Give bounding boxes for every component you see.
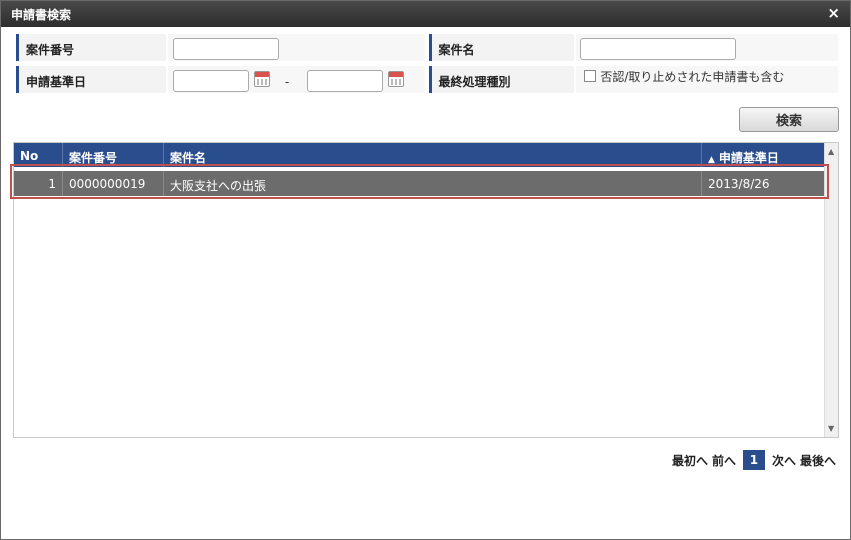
pager-current-page: 1 — [742, 450, 765, 470]
pager-prev[interactable]: 前へ — [712, 452, 736, 469]
case-number-label: 案件番号 — [16, 34, 166, 61]
pagination: 最初へ 前へ 1 次へ 最後へ — [672, 450, 836, 470]
include-rejected-checkbox[interactable] — [584, 70, 597, 82]
column-header-apply-date-label: 申請基準日 — [718, 151, 779, 165]
grid-scrollbar[interactable]: ▲ ▼ — [824, 143, 838, 437]
pager-next[interactable]: 次へ — [772, 452, 796, 469]
final-process-label: 最終処理種別 — [428, 66, 575, 93]
form-row-1: 案件番号 案件名 — [16, 34, 838, 64]
case-number-cell — [167, 34, 425, 61]
apply-date-cell: - — [167, 66, 425, 93]
case-name-input[interactable] — [580, 38, 737, 60]
search-form: 案件番号 案件名 申請基準日 - 最終処理種別 否認/取り止めされた申請書も含む — [16, 34, 838, 98]
apply-date-label: 申請基準日 — [16, 66, 166, 93]
case-name-cell — [576, 34, 838, 61]
date-from-input[interactable] — [172, 70, 249, 92]
grid-header: No 案件番号 案件名 ▲ 申請基準日 — [14, 143, 824, 167]
pager-last[interactable]: 最後へ — [800, 452, 836, 469]
case-name-label: 案件名 — [428, 34, 575, 61]
form-row-2: 申請基準日 - 最終処理種別 否認/取り止めされた申請書も含む — [16, 66, 838, 96]
scroll-down-icon[interactable]: ▼ — [828, 424, 834, 433]
final-process-cell: 否認/取り止めされた申請書も含む — [576, 66, 838, 93]
row-apply-date: 2013/8/26 — [708, 177, 770, 191]
column-header-case-number[interactable]: 案件番号 — [63, 143, 164, 167]
pager-first[interactable]: 最初へ — [672, 452, 708, 469]
results-grid: No 案件番号 案件名 ▲ 申請基準日 1 0000000019 大阪支社への出張… — [13, 142, 839, 438]
row-case-name: 大阪支社への出張 — [164, 171, 702, 196]
dialog-title: 申請書検索 — [11, 8, 72, 22]
date-separator: - — [284, 75, 290, 89]
column-header-case-name[interactable]: 案件名 — [164, 143, 702, 167]
include-rejected-label[interactable]: 否認/取り止めされた申請書も含む — [600, 68, 784, 85]
search-dialog: 申請書検索 × 案件番号 案件名 申請基準日 - 最終処理種別 否認/取り止めさ… — [0, 0, 851, 540]
row-no: 1 — [14, 171, 63, 196]
dialog-titlebar: 申請書検索 × — [1, 1, 850, 27]
sort-ascending-icon: ▲ — [708, 155, 715, 165]
case-number-input[interactable] — [172, 38, 279, 60]
date-to-input[interactable] — [306, 70, 383, 92]
column-header-no[interactable]: No — [14, 143, 63, 167]
calendar-to-icon[interactable] — [387, 71, 404, 87]
scroll-up-icon[interactable]: ▲ — [828, 147, 834, 156]
search-button[interactable]: 検索 — [739, 107, 839, 132]
row-case-number: 0000000019 — [63, 171, 164, 196]
close-icon[interactable]: × — [827, 4, 840, 22]
column-header-apply-date[interactable]: ▲ 申請基準日 — [702, 143, 824, 167]
calendar-from-icon[interactable] — [253, 71, 270, 87]
table-row[interactable]: 1 0000000019 大阪支社への出張 2013/8/26 — [14, 171, 824, 196]
